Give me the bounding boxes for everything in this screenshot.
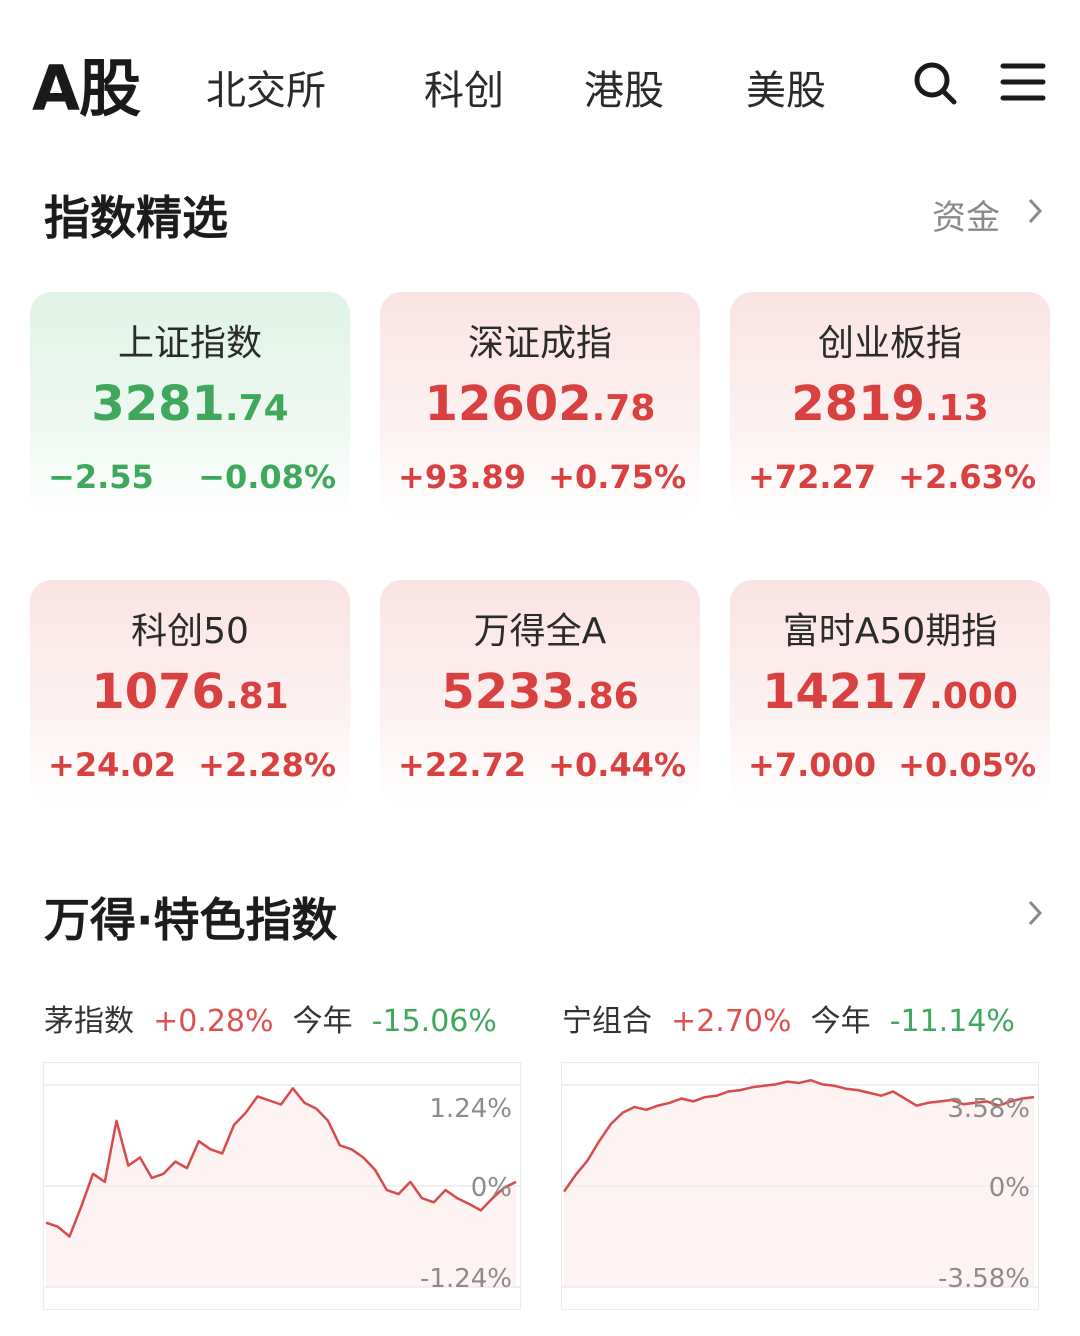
- index-change-percent: +2.28%: [198, 746, 336, 784]
- chevron-right-icon[interactable]: [1024, 898, 1046, 928]
- axis-label-min: -1.24%: [420, 1264, 512, 1294]
- axis-label-max: 1.24%: [429, 1094, 512, 1124]
- ning-portfolio-chart-svg: 3.58% 0% -3.58%: [562, 1078, 1038, 1294]
- index-value: 3281.74: [91, 376, 289, 432]
- index-name: 创业板指: [817, 323, 962, 364]
- menu-icon[interactable]: [1000, 60, 1046, 106]
- feature-index-day-change: +2.70%: [671, 1004, 792, 1039]
- index-card-szse[interactable]: 深证成指 12602.78 +93.89 +0.75%: [380, 292, 700, 520]
- tab-us-stocks[interactable]: 美股: [746, 58, 826, 116]
- index-name: 科创50: [131, 611, 249, 652]
- maotai-index-chart-svg: 1.24% 0% -1.24%: [44, 1084, 520, 1294]
- index-change: +93.89: [398, 458, 527, 496]
- index-change: +72.27: [748, 458, 877, 496]
- index-value: 5233.86: [441, 664, 639, 720]
- maotai-index-chart[interactable]: 1.24% 0% -1.24%: [43, 1062, 521, 1310]
- chevron-right-icon[interactable]: [1024, 196, 1046, 226]
- feature-index-name: 茅指数: [44, 1004, 134, 1039]
- index-card-chinext[interactable]: 创业板指 2819.13 +72.27 +2.63%: [730, 292, 1050, 520]
- index-change: −2.55: [48, 458, 154, 496]
- feature-index-name: 宁组合: [562, 1004, 652, 1039]
- feature-index-ytd-change: -15.06%: [371, 1004, 497, 1039]
- top-navigation: A股 北交所 科创 港股 美股: [0, 0, 1080, 150]
- axis-label-min: -3.58%: [938, 1264, 1030, 1294]
- index-value: 2819.13: [791, 376, 989, 432]
- axis-label-zero: 0%: [989, 1173, 1030, 1203]
- index-change-percent: +0.44%: [548, 746, 686, 784]
- index-name: 深证成指: [467, 323, 612, 364]
- search-icon[interactable]: [912, 60, 958, 106]
- capital-flow-link[interactable]: 资金: [932, 190, 1000, 239]
- index-change: +7.000: [748, 746, 877, 784]
- index-change-percent: +2.63%: [898, 458, 1036, 496]
- tab-hk-stocks[interactable]: 港股: [584, 58, 664, 116]
- index-card-ftse-a50[interactable]: 富时A50期指 14217.000 +7.000 +0.05%: [730, 580, 1050, 808]
- index-change: +22.72: [398, 746, 527, 784]
- index-card-wind-all-a[interactable]: 万得全A 5233.86 +22.72 +0.44%: [380, 580, 700, 808]
- index-name: 富时A50期指: [782, 611, 998, 652]
- feature-index-ning-header[interactable]: 宁组合 +2.70% 今年 -11.14%: [562, 996, 1015, 1040]
- index-value: 12602.78: [424, 376, 656, 432]
- axis-label-zero: 0%: [471, 1173, 512, 1203]
- index-change: +24.02: [48, 746, 177, 784]
- tab-star-market[interactable]: 科创: [424, 58, 504, 116]
- feature-index-maotai-header[interactable]: 茅指数 +0.28% 今年 -15.06%: [44, 996, 497, 1040]
- section-title-wind-featured: 万得·特色指数: [44, 893, 338, 947]
- index-value: 1076.81: [91, 664, 289, 720]
- ytd-label: 今年: [292, 1004, 353, 1039]
- index-name: 万得全A: [473, 611, 607, 652]
- index-name: 上证指数: [117, 323, 262, 364]
- index-change-percent: +0.75%: [548, 458, 686, 496]
- axis-label-max: 3.58%: [947, 1094, 1030, 1124]
- index-card-sse[interactable]: 上证指数 3281.74 −2.55 −0.08%: [30, 292, 350, 520]
- section-title-index-picks: 指数精选: [44, 191, 228, 245]
- index-change-percent: +0.05%: [898, 746, 1036, 784]
- tab-a-shares[interactable]: A股: [32, 38, 141, 128]
- tab-bse[interactable]: 北交所: [206, 58, 326, 116]
- feature-index-ytd-change: -11.14%: [889, 1004, 1015, 1039]
- index-change-percent: −0.08%: [198, 458, 336, 496]
- index-value: 14217.000: [762, 664, 1018, 720]
- ning-portfolio-chart[interactable]: 3.58% 0% -3.58%: [561, 1062, 1039, 1310]
- ytd-label: 今年: [810, 1004, 871, 1039]
- index-card-star50[interactable]: 科创50 1076.81 +24.02 +2.28%: [30, 580, 350, 808]
- feature-index-day-change: +0.28%: [153, 1004, 274, 1039]
